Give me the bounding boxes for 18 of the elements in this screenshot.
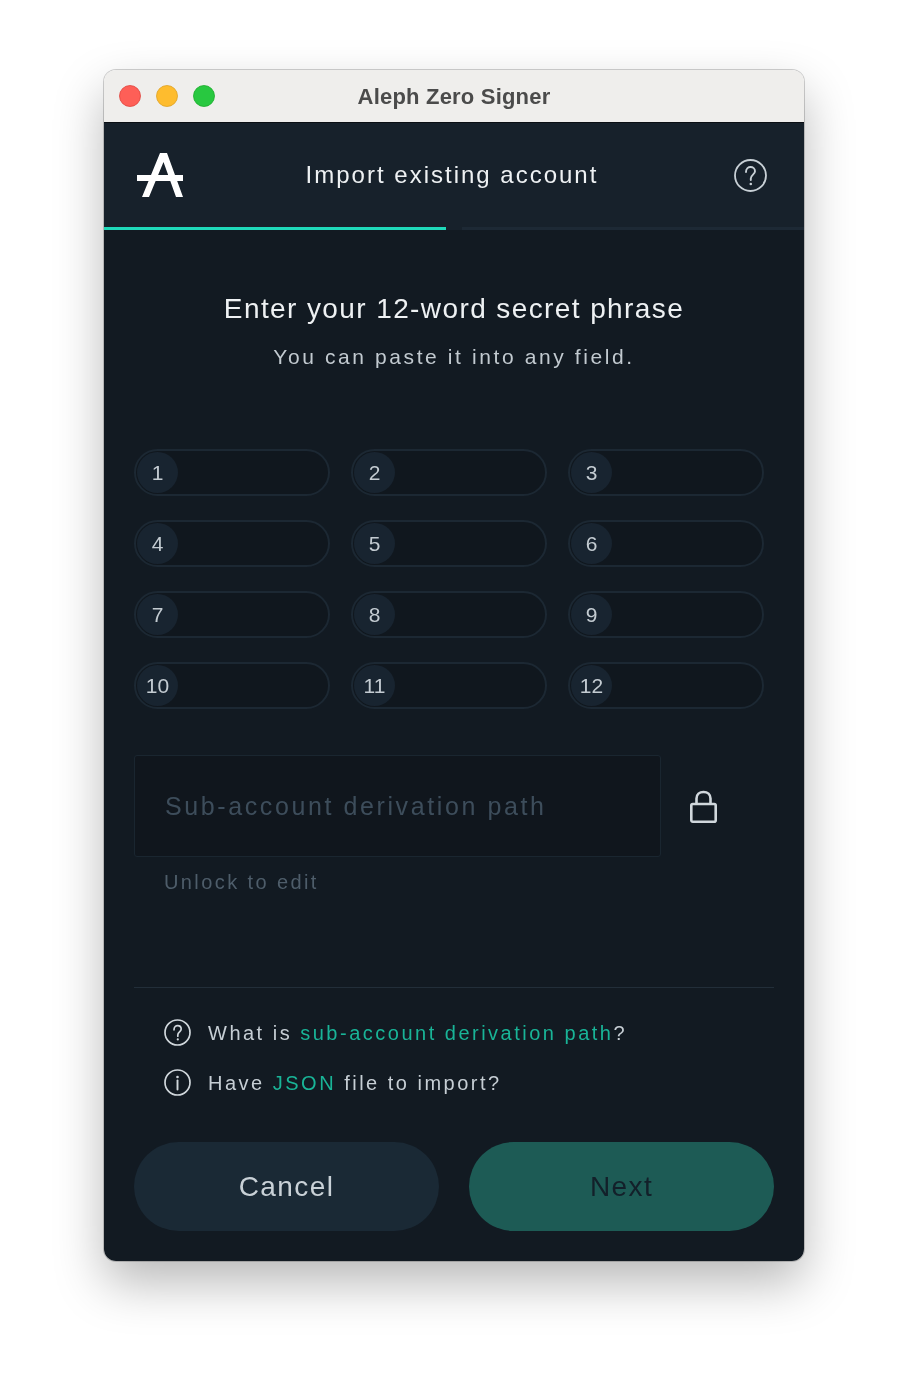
help-text: Have JSON file to import? (208, 1070, 502, 1096)
question-icon (164, 1019, 191, 1046)
window-zoom-icon[interactable] (193, 85, 215, 107)
help-text: What is sub-account derivation path? (208, 1020, 628, 1046)
help-icon[interactable] (734, 158, 767, 192)
lock-icon[interactable] (689, 789, 718, 823)
info-icon (164, 1069, 191, 1096)
window-close-icon[interactable] (119, 85, 141, 107)
window-title: Aleph Zero Signer (357, 82, 551, 111)
help-link[interactable]: JSON (272, 1071, 337, 1094)
logo-icon (137, 153, 183, 197)
page-title: Import existing account (305, 160, 599, 190)
help-link[interactable]: sub-account derivation path (300, 1021, 614, 1044)
window-minimize-icon[interactable] (156, 85, 178, 107)
heading: Enter your 12-word secret phrase (222, 292, 686, 326)
unlock-hint: Unlock to edit (164, 870, 319, 895)
subheading: You can paste it into any field. (272, 344, 636, 370)
cancel-button[interactable]: Cancel (134, 1142, 439, 1231)
